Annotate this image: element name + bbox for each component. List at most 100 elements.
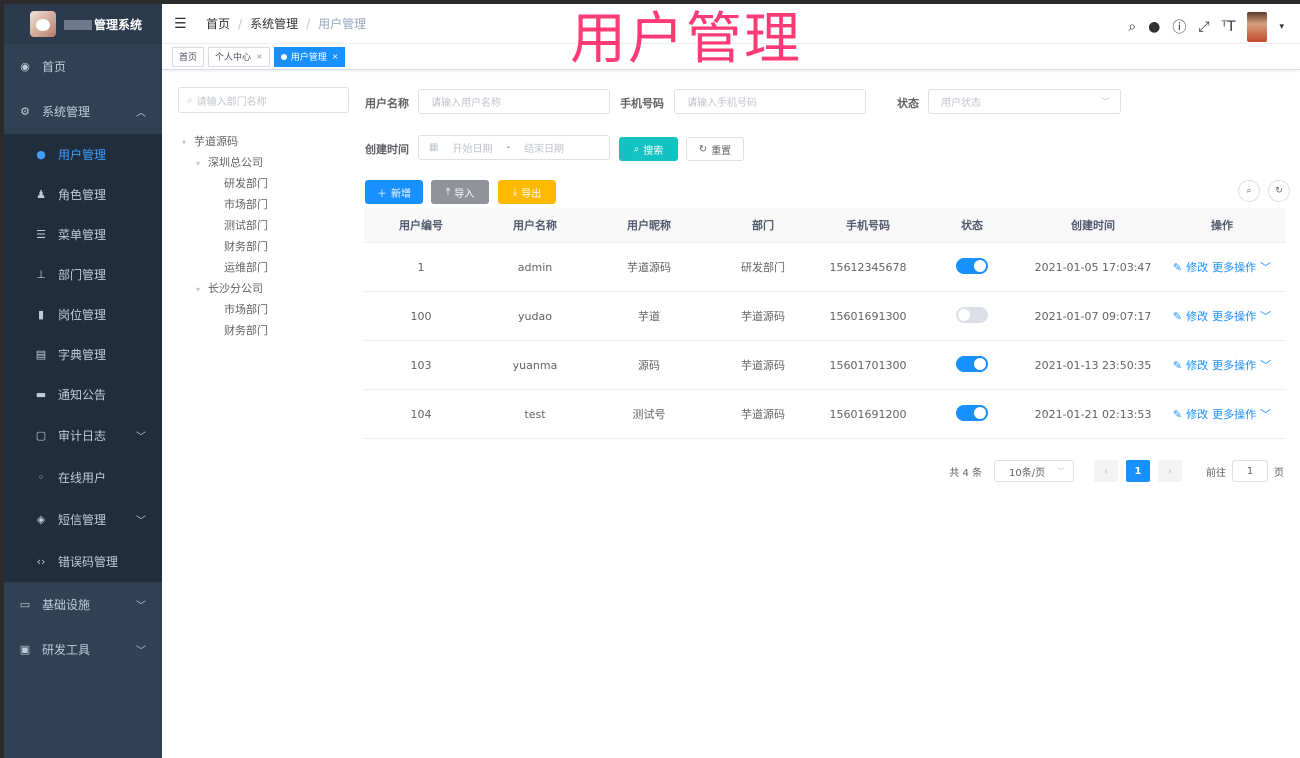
search-icon[interactable]: ⌕ [1128,19,1136,35]
page-size-select[interactable]: 10条/页 ﹀ [994,460,1074,482]
mobile-input[interactable]: 请输入手机号码 [674,89,866,114]
page-unit-label: 页 [1274,467,1284,479]
breadcrumb-separator: / [238,16,243,31]
tag-home[interactable]: 首页 [172,46,205,67]
import-button[interactable]: ⤒ 导入 [431,180,489,204]
tree-node[interactable]: 财务部门 [182,236,268,257]
sidebar-item-post[interactable]: ▮ 岗位管理 [4,294,162,334]
cell-mobile: 15601691200 [829,407,907,421]
tree-node[interactable]: 财务部门 [182,320,268,341]
sidebar-item-audit-log[interactable]: ▢ 审计日志 ﹀ [4,414,162,456]
sidebar-item-role[interactable]: ♟ 角色管理 [4,174,162,214]
sidebar-item-label: 在线用户 [58,470,107,485]
sidebar-item-online-user[interactable]: ◦ 在线用户 [4,456,162,498]
sidebar-item-devtools[interactable]: ▣ 研发工具 ﹀ [4,627,162,672]
more-actions-link[interactable]: 更多操作 [1212,310,1256,323]
tag-profile[interactable]: 个人中心 × [208,46,270,67]
sidebar-item-menu[interactable]: ☰ 菜单管理 [4,214,162,254]
sidebar-item-infra[interactable]: ▭ 基础设施 ﹀ [4,582,162,627]
table-header: 用户编号 用户名称 用户昵称 部门 手机号码 状态 创建时间 操作 [364,208,1286,243]
username-input[interactable]: 请输入用户名称 [418,89,610,114]
tree-node[interactable]: 运维部门 [182,257,268,278]
page-number-button[interactable]: 1 [1126,460,1150,482]
status-switch[interactable] [956,257,988,274]
breadcrumb-home[interactable]: 首页 [206,15,230,32]
dept-search-input[interactable]: ⌕ 请输入部门名称 [178,87,349,113]
prev-page-button[interactable]: ‹ [1094,460,1118,482]
close-icon[interactable]: × [256,52,263,61]
sidebar-item-notice[interactable]: ▬ 通知公告 [4,374,162,414]
sidebar-item-dept[interactable]: ⊥ 部门管理 [4,254,162,294]
tree-node[interactable]: 测试部门 [182,215,268,236]
sidebar-item-label: 部门管理 [58,267,107,282]
status-switch[interactable] [956,306,988,323]
column-header: 操作 [1211,219,1233,232]
date-range-picker[interactable]: ▦ 开始日期 - 结束日期 [418,135,610,160]
peoples-icon: ♟ [36,187,46,201]
edit-link[interactable]: 修改 [1186,261,1208,274]
more-actions-link[interactable]: 更多操作 [1212,408,1256,421]
tree-node[interactable]: ▾ 芋道源码 [182,131,268,152]
edit-icon: ✎ [1172,310,1183,323]
column-header: 状态 [961,219,983,232]
tree-node[interactable]: ▾ 长沙分公司 [182,278,268,299]
question-icon[interactable]: ⓘ [1172,17,1186,37]
page-size-value: 10条/页 [1009,467,1046,479]
edit-link[interactable]: 修改 [1186,408,1208,421]
caret-down-icon[interactable]: ▾ [1279,22,1284,32]
search-button[interactable]: ⌕ 搜索 [619,137,678,161]
sidebar-item-dict[interactable]: ▤ 字典管理 [4,334,162,374]
sidebar-item-label: 首页 [42,60,67,74]
goto-page-input[interactable]: 1 [1232,460,1268,482]
refresh-icon: ↻ [1275,186,1283,196]
tree-table-icon: ☰ [36,227,46,241]
cell-status [916,306,1028,326]
cell-status [916,355,1028,375]
sidebar-logo[interactable]: 管理系统 [4,4,162,44]
monitor-icon: ▭ [19,598,31,611]
dict-icon: ▤ [35,347,47,361]
toggle-search-button[interactable]: ⌕ [1238,180,1260,202]
fullscreen-icon[interactable]: ⤢ [1198,19,1209,35]
tree-node[interactable]: 市场部门 [182,299,268,320]
edit-link[interactable]: 修改 [1186,310,1208,323]
refresh-button[interactable]: ↻ [1268,180,1290,202]
export-button[interactable]: ⤓ 导出 [498,180,556,204]
next-page-button[interactable]: › [1158,460,1182,482]
tree-node[interactable]: 市场部门 [182,194,268,215]
sidebar-item-error-code[interactable]: ‹› 错误码管理 [4,540,162,582]
tree-node[interactable]: ▾ 深圳总公司 [182,152,268,173]
status-switch[interactable] [956,355,988,372]
status-select[interactable]: 用户状态 ﹀ [928,89,1121,114]
sidebar-item-user[interactable]: ● 用户管理 [4,134,162,174]
tag-label: 个人中心 [215,53,252,63]
sidebar-item-system[interactable]: ⚙ 系统管理 ︿ [4,89,162,134]
user-table: 用户编号 用户名称 用户昵称 部门 手机号码 状态 创建时间 操作 1 admi… [364,208,1286,439]
hamburger-icon[interactable]: ☰ [174,16,190,32]
github-icon[interactable]: ● [1148,19,1160,35]
close-icon[interactable]: × [332,52,339,61]
start-date-placeholder: 开始日期 [452,144,493,155]
breadcrumb-system[interactable]: 系统管理 [250,15,298,32]
sidebar-item-sms[interactable]: ◈ 短信管理 ﹀ [4,498,162,540]
post-icon: ▮ [37,307,45,321]
reset-button[interactable]: ↻ 重置 [686,137,744,161]
sidebar-item-label: 菜单管理 [58,227,107,242]
add-button[interactable]: ＋ 新增 [365,180,423,204]
status-switch[interactable] [956,404,988,421]
cell-created-time: 2021-01-21 02:13:53 [1034,407,1152,421]
avatar[interactable] [1247,12,1268,42]
end-date-placeholder: 结束日期 [524,144,565,155]
more-actions-link[interactable]: 更多操作 [1212,261,1256,274]
edit-link[interactable]: 修改 [1186,359,1208,372]
more-actions-link[interactable]: 更多操作 [1212,359,1256,372]
status-label: 状态 [897,97,919,110]
edit-icon: ✎ [1172,408,1183,421]
table-row: 100 yudao 芋道 芋道源码 15601691300 2021-01-07… [364,292,1286,341]
sidebar-item-label: 基础设施 [42,598,91,612]
font-size-icon[interactable]: ᵀT [1222,19,1236,35]
sidebar-item-home[interactable]: ◉ 首页 [4,44,162,89]
tag-user-management[interactable]: 用户管理 × [273,46,346,67]
tree-node[interactable]: 研发部门 [182,173,268,194]
mobile-label: 手机号码 [620,97,664,110]
